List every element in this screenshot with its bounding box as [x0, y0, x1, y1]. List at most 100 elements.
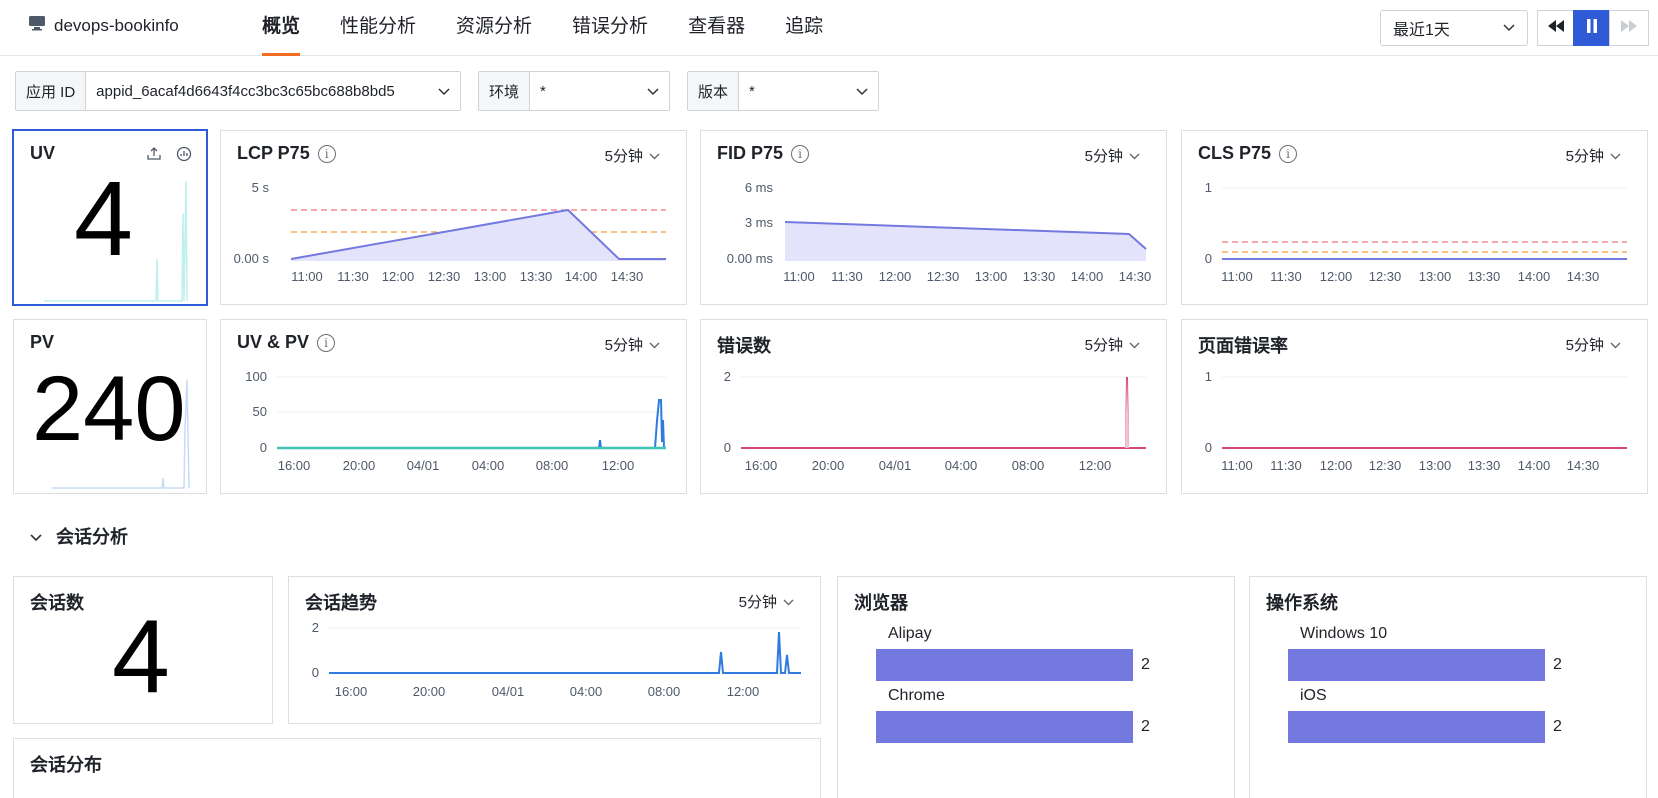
- cls-card: CLS P75 i 5分钟 1 0 11:00 11:30 12:00 12:30…: [1181, 130, 1648, 305]
- forward-button[interactable]: [1609, 10, 1649, 46]
- x-axis: 11:00 11:30 12:00 12:30 13:00 13:30 14:0…: [1221, 458, 1599, 473]
- svg-text:14:30: 14:30: [1567, 458, 1600, 473]
- uv-card[interactable]: UV 4: [12, 129, 208, 306]
- env-filter[interactable]: 环境 *: [478, 71, 670, 111]
- svg-text:08:00: 08:00: [536, 458, 569, 473]
- info-icon[interactable]: i: [317, 144, 336, 163]
- cls-granularity[interactable]: 5分钟: [1566, 145, 1621, 166]
- os-bar[interactable]: [1288, 711, 1545, 743]
- svg-text:16:00: 16:00: [745, 458, 778, 473]
- analyze-icon[interactable]: [176, 146, 192, 167]
- svg-text:11:30: 11:30: [337, 269, 369, 284]
- session-trend-granularity[interactable]: 5分钟: [739, 591, 794, 612]
- svg-text:20:00: 20:00: [413, 684, 446, 699]
- pause-button[interactable]: [1573, 10, 1610, 46]
- svg-text:16:00: 16:00: [278, 458, 311, 473]
- svg-text:0: 0: [260, 440, 267, 455]
- errors-chart: 2 0 16:00 20:00 04/01 04:00 08:00 12:00: [724, 369, 1146, 473]
- browser-bar[interactable]: [876, 649, 1133, 681]
- svg-text:100: 100: [245, 369, 267, 384]
- lcp-title: LCP P75: [237, 143, 310, 163]
- svg-text:13:00: 13:00: [1419, 269, 1452, 284]
- svg-text:0: 0: [1205, 440, 1212, 455]
- svg-text:11:30: 11:30: [1270, 458, 1302, 473]
- app-id-filter[interactable]: 应用 ID appid_6acaf4d6643f4cc3bc3c65bc688b…: [15, 71, 461, 111]
- lcp-card: LCP P75 i 5分钟 5 s 0.00 s 11:00 11:30 12:0…: [220, 130, 687, 305]
- fid-granularity[interactable]: 5分钟: [1085, 145, 1140, 166]
- svg-text:13:00: 13:00: [975, 269, 1008, 284]
- svg-text:11:30: 11:30: [1270, 269, 1302, 284]
- app-id-value: appid_6acaf4d6643f4cc3bc3c65bc688b8bd5: [96, 82, 395, 100]
- error-rate-granularity[interactable]: 5分钟: [1566, 334, 1621, 355]
- rewind-button[interactable]: [1537, 10, 1574, 46]
- errors-title: 错误数: [717, 336, 771, 356]
- tab-viewer[interactable]: 查看器: [688, 0, 745, 56]
- svg-text:20:00: 20:00: [343, 458, 376, 473]
- session-section-header[interactable]: 会话分析: [30, 523, 128, 549]
- svg-text:14:30: 14:30: [1119, 269, 1152, 284]
- svg-text:20:00: 20:00: [812, 458, 845, 473]
- tab-performance[interactable]: 性能分析: [340, 0, 416, 56]
- info-icon[interactable]: i: [791, 144, 810, 163]
- pause-icon: [1586, 18, 1598, 39]
- svg-text:50: 50: [253, 404, 267, 419]
- browser-bar[interactable]: [876, 711, 1133, 743]
- session-trend-title: 会话趋势: [305, 593, 377, 613]
- os-bar[interactable]: [1288, 649, 1545, 681]
- lcp-chart: 5 s 0.00 s 11:00 11:30 12:00 12:30 13:00…: [234, 180, 666, 284]
- svg-text:12:30: 12:30: [1369, 458, 1402, 473]
- browser-card: 浏览器 Alipay 2 Chrome 2: [837, 576, 1235, 798]
- uvpv-chart: 100 50 0 16:00 20:00 04/01 04:00 08:00 1…: [245, 369, 666, 473]
- svg-text:08:00: 08:00: [648, 684, 681, 699]
- lcp-granularity[interactable]: 5分钟: [605, 145, 660, 166]
- app-id-label: 应用 ID: [16, 72, 87, 110]
- app-title[interactable]: devops-bookinfo: [28, 15, 179, 36]
- tab-resources[interactable]: 资源分析: [456, 0, 532, 56]
- time-range-select[interactable]: 最近1天: [1380, 10, 1528, 46]
- svg-text:0: 0: [724, 440, 731, 455]
- svg-text:11:00: 11:00: [1221, 458, 1253, 473]
- uvpv-granularity[interactable]: 5分钟: [605, 334, 660, 355]
- svg-text:0: 0: [1205, 251, 1212, 266]
- svg-text:14:00: 14:00: [1071, 269, 1104, 284]
- fast-forward-icon: [1620, 19, 1638, 37]
- section-title: 会话分析: [56, 527, 128, 547]
- errors-granularity[interactable]: 5分钟: [1085, 334, 1140, 355]
- tab-tracing[interactable]: 追踪: [785, 0, 823, 56]
- svg-text:12:30: 12:30: [927, 269, 960, 284]
- cls-chart: 1 0 11:00 11:30 12:00 12:30 13:00 13:30 …: [1205, 180, 1627, 284]
- chevron-down-icon: [1129, 147, 1140, 164]
- pv-card[interactable]: PV 240: [13, 319, 207, 494]
- app-name: devops-bookinfo: [54, 15, 179, 35]
- version-filter[interactable]: 版本 *: [687, 71, 879, 111]
- x-axis: 16:00 20:00 04/01 04:00 08:00 12:00: [335, 684, 760, 699]
- svg-text:2: 2: [724, 369, 731, 384]
- session-trend-chart: 2 0 16:00 20:00 04/01 04:00 08:00 12:00: [312, 620, 801, 699]
- cls-title: CLS P75: [1198, 143, 1272, 163]
- time-range-value: 最近1天: [1393, 22, 1450, 39]
- tab-overview[interactable]: 概览: [262, 0, 301, 56]
- info-icon[interactable]: i: [317, 333, 336, 352]
- session-count-title: 会话数: [30, 593, 84, 613]
- svg-text:04/01: 04/01: [879, 458, 912, 473]
- svg-text:11:00: 11:00: [783, 269, 815, 284]
- svg-text:16:00: 16:00: [335, 684, 368, 699]
- export-icon[interactable]: [147, 146, 161, 165]
- chevron-down-icon: [30, 526, 42, 547]
- pv-value: 240: [32, 358, 186, 460]
- env-label: 环境: [479, 72, 531, 110]
- info-icon[interactable]: i: [1279, 144, 1298, 163]
- svg-text:13:30: 13:30: [520, 269, 553, 284]
- monitor-icon: [28, 15, 46, 36]
- svg-text:14:00: 14:00: [565, 269, 598, 284]
- fid-title: FID P75: [717, 143, 784, 163]
- chevron-down-icon: [1610, 336, 1621, 353]
- session-trend-card: 会话趋势 5分钟 2 0 16:00 20:00 04/01 04:00 08:…: [288, 576, 821, 724]
- os-card: 操作系统 Windows 10 2 iOS 2: [1249, 576, 1647, 798]
- svg-text:12:00: 12:00: [382, 269, 415, 284]
- tab-errors[interactable]: 错误分析: [572, 0, 648, 56]
- os-value: 2: [1553, 656, 1562, 673]
- svg-text:04:00: 04:00: [472, 458, 505, 473]
- svg-text:11:00: 11:00: [1221, 269, 1253, 284]
- svg-text:08:00: 08:00: [1012, 458, 1045, 473]
